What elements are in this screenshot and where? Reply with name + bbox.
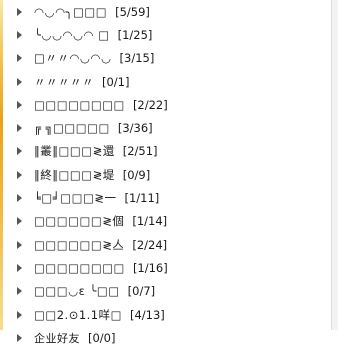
group-row[interactable]: □□□□□□≷亼 [2/24] (3, 233, 331, 256)
group-count: [2/51] (122, 144, 158, 159)
group-name: □□□□□□≷個 (34, 214, 125, 229)
group-row[interactable]: □〃〃◠◡◠◡ [3/15] (3, 47, 331, 70)
expand-arrow-icon[interactable] (17, 124, 22, 133)
group-name: ◠◡◠╮□□□ (34, 4, 108, 19)
expand-arrow-icon[interactable] (17, 217, 22, 226)
group-name: 企业好友 (34, 331, 80, 345)
expand-arrow-icon[interactable] (17, 170, 22, 179)
group-name: □□2.⊙1.1咩□ (34, 307, 122, 322)
group-row[interactable]: ╰◡◡◠◡◠ □ [1/25] (3, 23, 331, 46)
group-row[interactable]: ‖終‖□□□≷堤 [0/9] (3, 163, 331, 186)
group-count: [0/0] (88, 330, 116, 345)
group-name: ╔ ╗□□□□□ (34, 121, 110, 136)
group-count: [3/15] (119, 51, 155, 66)
group-row[interactable]: □□□□□□□□ [2/22] (3, 93, 331, 116)
group-count: [5/59] (115, 4, 150, 19)
expand-arrow-icon[interactable] (17, 77, 22, 86)
group-name: ╘□╛□□□≷一 (34, 191, 117, 206)
expand-arrow-icon[interactable] (17, 100, 22, 109)
expand-arrow-icon[interactable] (17, 263, 22, 272)
group-name: □□□□□□□□ (34, 260, 125, 275)
group-count: [0/1] (102, 74, 130, 89)
expand-arrow-icon[interactable] (17, 54, 22, 63)
expand-arrow-icon[interactable] (17, 287, 22, 296)
group-count: [1/16] (132, 260, 168, 275)
expand-arrow-icon[interactable] (17, 30, 22, 39)
group-count: [1/25] (117, 27, 153, 42)
group-row[interactable]: ◠◡◠╮□□□ [5/59] (3, 0, 331, 23)
group-count: [2/22] (132, 97, 168, 112)
group-name: 〃〃〃〃〃 (34, 74, 94, 89)
friend-group-list: ◠◡◠╮□□□ [5/59] ╰◡◡◠◡◠ □ [1/25] □〃〃◠◡◠◡ [… (3, 0, 331, 345)
group-count: [0/9] (122, 167, 151, 182)
group-count: [0/7] (127, 284, 156, 299)
expand-arrow-icon[interactable] (17, 7, 22, 16)
expand-arrow-icon[interactable] (17, 240, 22, 249)
group-count: [1/11] (124, 191, 160, 206)
group-name: □〃〃◠◡◠◡ (34, 51, 112, 66)
expand-arrow-icon[interactable] (17, 333, 22, 342)
vertical-scrollbar[interactable] (331, 0, 338, 330)
expand-arrow-icon[interactable] (17, 194, 22, 203)
group-row[interactable]: ‖叢‖□□□≷還 [2/51] (3, 140, 331, 163)
group-row[interactable]: ╔ ╗□□□□□ [3/36] (3, 116, 331, 139)
group-row[interactable]: □□□□□□≷個 [1/14] (3, 210, 331, 233)
group-name: □□□□□□□□ (34, 97, 125, 112)
group-row[interactable]: ╘□╛□□□≷一 [1/11] (3, 186, 331, 209)
group-count: [3/36] (117, 121, 153, 136)
group-count: [4/13] (130, 307, 165, 322)
group-name: ╰◡◡◠◡◠ □ (34, 27, 110, 42)
group-name: □□□□□□≷亼 (34, 237, 125, 252)
group-row[interactable]: 〃〃〃〃〃 [0/1] (3, 70, 331, 93)
group-count: [1/14] (132, 214, 168, 229)
group-name: ‖終‖□□□≷堤 (34, 167, 115, 182)
group-row[interactable]: □□□◡ɛ ╰□□ [0/7] (3, 280, 331, 303)
group-row[interactable]: □□□□□□□□ [1/16] (3, 256, 331, 279)
group-name: ‖叢‖□□□≷還 (34, 144, 115, 159)
expand-arrow-icon[interactable] (17, 310, 22, 319)
expand-arrow-icon[interactable] (17, 147, 22, 156)
group-count: [2/24] (132, 237, 168, 252)
group-row[interactable]: □□2.⊙1.1咩□ [4/13] (3, 303, 331, 326)
group-name: □□□◡ɛ ╰□□ (34, 284, 120, 299)
